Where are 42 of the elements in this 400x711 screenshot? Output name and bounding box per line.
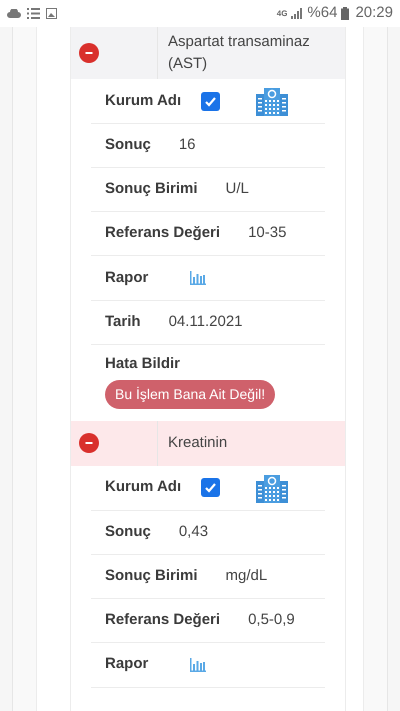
checkmark-icon <box>204 481 218 494</box>
field-value: U/L <box>226 179 249 200</box>
collapse-icon[interactable] <box>79 43 99 63</box>
checkbox[interactable] <box>201 92 220 110</box>
field-label: Sonuç <box>105 135 151 156</box>
checkmark-icon <box>204 94 218 108</box>
field-label: Referans Değeri <box>105 610 220 630</box>
field-label: Rapor <box>105 268 148 288</box>
hospital-building-icon <box>256 472 288 502</box>
field-value: 04.11.2021 <box>168 312 243 332</box>
report-error-button[interactable]: Bu İşlem Bana Ait Değil! <box>105 380 276 408</box>
field-label: Referans Değeri <box>105 223 220 244</box>
field-value: 0,5-0,9 <box>248 610 295 630</box>
test-header[interactable]: Kreatinin <box>71 420 345 466</box>
checkbox[interactable] <box>201 478 220 497</box>
field-label: Rapor <box>105 654 148 674</box>
bar-chart-icon[interactable] <box>190 271 206 285</box>
field-label: Tarih <box>105 312 141 332</box>
field-label: Sonuç Birimi <box>105 566 198 586</box>
clock: 20:29 <box>355 3 393 24</box>
test-title: Aspartat transaminaz (AST) <box>167 32 311 74</box>
field-label: Kurum Adı <box>105 477 182 498</box>
hospital-building-icon <box>256 86 288 116</box>
field-value: mg/dL <box>226 566 268 586</box>
field-value: 16 <box>178 135 196 156</box>
list-icon <box>27 8 40 19</box>
test-title: Kreatinin <box>167 433 228 453</box>
field-label: Kurum Adı <box>105 90 182 111</box>
collapse-icon[interactable] <box>79 433 99 453</box>
field-value: 10-35 <box>248 223 286 244</box>
bar-chart-icon[interactable] <box>190 658 206 672</box>
field-value: 0,43 <box>178 522 208 542</box>
field-label: Hata Bildir <box>105 354 180 374</box>
network-label: 4G <box>276 10 288 18</box>
image-icon <box>46 8 57 19</box>
battery-percent: %64 <box>307 3 338 24</box>
test-header[interactable]: Aspartat transaminaz (AST) <box>71 27 345 79</box>
cloud-icon <box>7 9 21 18</box>
battery-icon <box>341 7 350 20</box>
field-label: Sonuç Birimi <box>105 179 198 200</box>
field-label: Sonuç <box>105 522 151 542</box>
signal-icon <box>291 8 304 19</box>
